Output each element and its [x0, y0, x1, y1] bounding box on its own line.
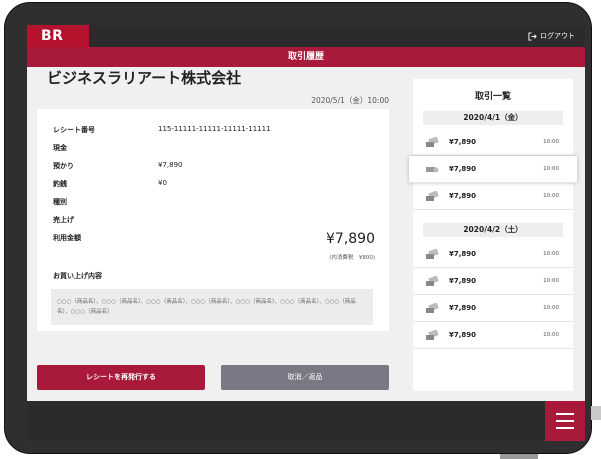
transaction-item[interactable]: ¥7,890 10:00 [413, 322, 573, 349]
transaction-time: 10:00 [543, 251, 559, 257]
items-heading: お買い上げ内容 [53, 272, 102, 280]
transaction-item-selected[interactable]: ¥7,890 10:00 [409, 156, 577, 183]
transaction-item[interactable]: ¥7,890 10:00 [413, 183, 573, 210]
transaction-amount: ¥7,890 [449, 331, 477, 339]
bottom-edge [500, 454, 538, 459]
receipt-card: レシート番号 115-11111-11111-11111-11111 現金 預か… [37, 109, 389, 331]
card-icon [426, 249, 439, 259]
total-amount: ¥7,890 [326, 231, 375, 247]
transaction-time: 10:00 [543, 278, 559, 284]
date-header: 2020/4/1（金） [423, 111, 563, 125]
row-label-receipt-number: レシート番号 [53, 126, 95, 134]
menu-icon [556, 427, 574, 429]
menu-icon [556, 413, 574, 415]
transaction-time: 10:00 [543, 139, 559, 145]
card-icon [426, 303, 439, 313]
row-value-receipt-number: 115-11111-11111-11111-11111 [158, 125, 271, 133]
card-icon [426, 191, 439, 201]
transaction-datetime: 2020/5/1（金）10:00 [311, 96, 389, 105]
logout-label: ログアウト [540, 32, 575, 40]
menu-button[interactable] [545, 401, 585, 441]
page-title: 取引履歴 [27, 47, 585, 67]
row-label-cash: 現金 [53, 144, 67, 152]
reissue-receipt-button[interactable]: レシートを再発行する [37, 365, 205, 390]
menu-icon [556, 420, 574, 422]
transaction-item[interactable]: ¥7,890 10:00 [413, 129, 573, 156]
card-icon [426, 276, 439, 286]
row-value-change: ¥0 [158, 179, 167, 187]
transaction-time: 10:00 [543, 193, 559, 199]
transaction-item[interactable]: ¥7,890 10:00 [413, 295, 573, 322]
date-header: 2020/4/2（土） [423, 223, 563, 237]
top-bar: BR ログアウト [27, 25, 585, 47]
brand-logo: BR [27, 25, 89, 47]
row-label-deposit: 預かり [53, 162, 74, 170]
cash-icon [426, 167, 439, 173]
transaction-amount: ¥7,890 [449, 138, 477, 146]
side-edge [591, 406, 601, 420]
transaction-amount: ¥7,890 [449, 250, 477, 258]
tablet-frame: BR ログアウト 取引履歴 ビジネスラリアート株式会社 2020/5/1（金）1… [4, 2, 592, 454]
card-icon [426, 330, 439, 340]
logout-button[interactable]: ログアウト [528, 30, 575, 42]
transaction-amount: ¥7,890 [449, 304, 477, 312]
bottom-bar [27, 401, 585, 441]
app-screen: BR ログアウト 取引履歴 ビジネスラリアート株式会社 2020/5/1（金）1… [27, 25, 585, 441]
transaction-time: 10:00 [543, 332, 559, 338]
transaction-item[interactable]: ¥7,890 10:00 [413, 241, 573, 268]
transaction-list-title: 取引一覧 [474, 92, 511, 102]
card-icon [426, 137, 439, 147]
tax-note: (内消費税 ¥800) [329, 255, 375, 261]
transaction-time: 10:00 [543, 305, 559, 311]
row-label-type: 種別 [53, 198, 67, 206]
transaction-time: 10:00 [543, 166, 559, 172]
cancel-return-button[interactable]: 取消／返品 [221, 365, 389, 390]
transaction-amount: ¥7,890 [449, 165, 477, 173]
row-label-amount-used: 利用金額 [53, 234, 81, 242]
transaction-item[interactable]: ¥7,890 10:00 [413, 268, 573, 295]
row-value-deposit: ¥7,890 [158, 161, 183, 169]
transaction-amount: ¥7,890 [449, 277, 477, 285]
transaction-amount: ¥7,890 [449, 192, 477, 200]
items-list: ○○○（商品名）、○○○（商品名）、○○○（商品名）、○○○（商品名）、○○○（… [51, 289, 373, 325]
row-label-change: 釣銭 [53, 180, 67, 188]
row-label-sales: 売上げ [53, 216, 74, 224]
transaction-list-panel: 取引一覧 2020/4/1（金） ¥7,890 10:00 ¥7,890 10:… [409, 79, 577, 391]
company-name: ビジネスラリアート株式会社 [47, 69, 242, 87]
logout-icon [528, 31, 537, 41]
